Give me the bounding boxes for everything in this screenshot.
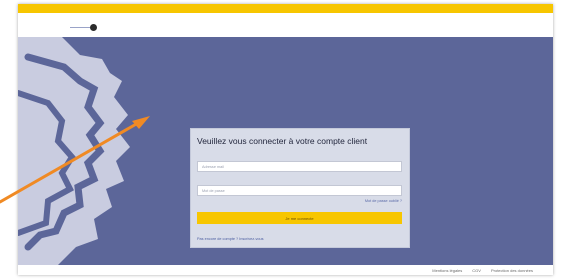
footer-link-legal[interactable]: Mentions légales	[432, 268, 462, 273]
create-account-link[interactable]: Pas encore de compte ? Inscrivez-vous	[197, 237, 263, 241]
login-card: Veuillez vous connecter à votre compte c…	[190, 128, 410, 248]
top-accent-bar	[18, 4, 553, 13]
password-field[interactable]: Mot de passe	[197, 185, 402, 196]
login-button[interactable]: Je me connecte	[197, 212, 402, 224]
login-hero: Veuillez vous connecter à votre compte c…	[18, 37, 553, 265]
footer-link-cgv[interactable]: CGV	[472, 268, 481, 273]
email-placeholder: Adresse mail	[202, 165, 224, 169]
browser-page: Veuillez vous connecter à votre compte c…	[18, 4, 553, 275]
footer-link-privacy[interactable]: Protection des données	[491, 268, 533, 273]
footer-links: Mentions légales CGV Protection des donn…	[432, 268, 533, 273]
forgot-password-link[interactable]: Mot de passe oublié ?	[365, 199, 402, 203]
lion-illustration-icon	[18, 37, 130, 265]
site-header	[18, 13, 553, 38]
logo-icon[interactable]	[90, 24, 97, 31]
site-footer: Mentions légales CGV Protection des donn…	[18, 265, 553, 275]
login-title: Veuillez vous connecter à votre compte c…	[197, 136, 368, 146]
email-field[interactable]: Adresse mail	[197, 161, 402, 172]
password-placeholder: Mot de passe	[202, 189, 225, 193]
logo-line	[70, 27, 90, 28]
